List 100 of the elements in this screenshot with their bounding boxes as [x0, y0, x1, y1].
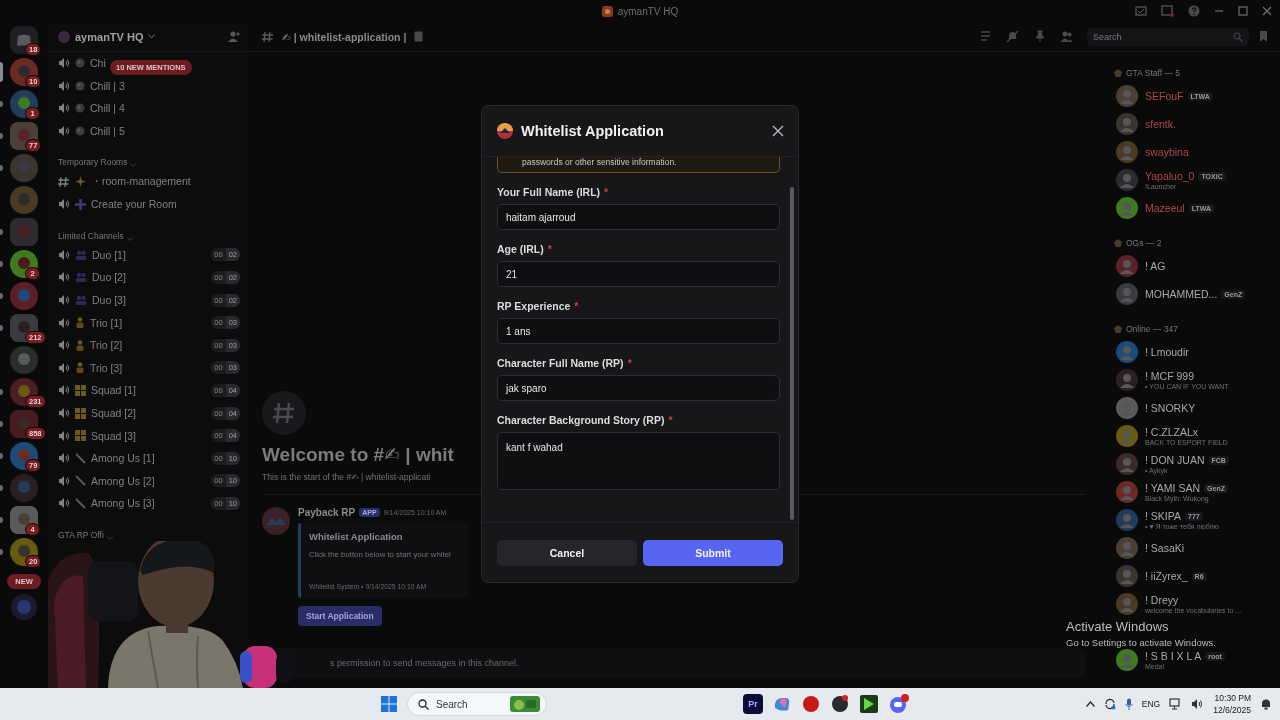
- window-title: aymanTV HQ: [617, 5, 679, 17]
- channel-title: ✍ | whitelist-application |: [282, 30, 407, 43]
- text-field[interactable]: jak sparo: [497, 375, 780, 401]
- channel-name[interactable]: Chill | 5: [90, 125, 125, 138]
- channel-name[interactable]: Squad [1]: [91, 384, 136, 397]
- embed-title: Whitelist Application: [309, 531, 404, 542]
- channel-name[interactable]: Among Us [1]: [91, 452, 155, 465]
- search-field[interactable]: Search: [407, 692, 547, 716]
- server-icon: [58, 30, 70, 43]
- speaker-icon: [58, 198, 70, 211]
- required-mark: *: [574, 300, 579, 312]
- premiere-app-button[interactable]: Pr: [743, 694, 763, 714]
- required-mark: *: [668, 414, 673, 426]
- channel-name[interactable]: Chi: [90, 57, 106, 70]
- channel-name[interactable]: Among Us [3]: [91, 497, 155, 510]
- text-field[interactable]: 21: [497, 261, 780, 287]
- category-label[interactable]: Temporary Rooms: [58, 157, 128, 168]
- network-icon[interactable]: [1169, 698, 1183, 710]
- category-label[interactable]: GTA RP Offi: [58, 529, 104, 540]
- close-icon[interactable]: [772, 125, 784, 137]
- channel-name[interactable]: Duo [1]: [92, 248, 126, 261]
- channel-name[interactable]: Duo [2]: [92, 271, 126, 284]
- volume-icon[interactable]: [1191, 698, 1205, 710]
- channel-name[interactable]: Duo [3]: [92, 294, 126, 307]
- chat-app-icon[interactable]: [888, 694, 910, 714]
- search-icon: [418, 698, 429, 710]
- channel-name[interactable]: Trio [1]: [90, 316, 123, 329]
- text-area[interactable]: kant f wahad: [497, 432, 780, 490]
- member-item[interactable]: ! SNORKY: [1114, 394, 1272, 422]
- search-field[interactable]: Search: [1087, 27, 1249, 46]
- maximize-icon[interactable]: [1238, 6, 1248, 16]
- scrollbar-thumb[interactable]: [790, 187, 794, 520]
- member-item[interactable]: ! AG: [1114, 252, 1272, 280]
- member-name: MOHAMMED...: [1145, 288, 1218, 300]
- member-name: ! YAMI SAN: [1145, 482, 1201, 494]
- record-icon[interactable]: [801, 694, 821, 714]
- close-icon[interactable]: [1262, 6, 1272, 16]
- screen-icon[interactable]: [1161, 5, 1174, 17]
- members-icon[interactable]: [1060, 30, 1073, 43]
- server-name[interactable]: aymanTV HQ: [75, 30, 144, 43]
- speaker-icon: [58, 429, 70, 442]
- bell-muted-icon[interactable]: [1006, 30, 1019, 43]
- channel-name[interactable]: ・room-management: [91, 174, 191, 189]
- language-indicator[interactable]: ENG: [1141, 699, 1161, 709]
- channel-name[interactable]: Among Us [2]: [91, 474, 155, 487]
- member-name: ! SNORKY: [1145, 402, 1196, 414]
- chevron-down-icon: [106, 535, 113, 540]
- server-icon[interactable]: [10, 58, 38, 86]
- member-name: SEFouF: [1145, 90, 1184, 102]
- submit-button[interactable]: Submit: [643, 539, 783, 566]
- sync-icon[interactable]: [1103, 698, 1116, 710]
- start-application-button[interactable]: Start Application: [298, 606, 382, 626]
- text-field[interactable]: 1 ans: [497, 318, 780, 344]
- server-icon[interactable]: [10, 538, 38, 566]
- avatar-icon: [1116, 141, 1138, 163]
- chevron-down-icon: [126, 236, 133, 241]
- notification-bell-icon[interactable]: [1260, 698, 1272, 710]
- document-icon[interactable]: [414, 31, 424, 42]
- member-item[interactable]: sfentk.: [1114, 110, 1272, 138]
- add-member-icon[interactable]: [228, 31, 240, 42]
- inbox-icon[interactable]: [1135, 5, 1147, 17]
- channel-name[interactable]: Squad [2]: [91, 407, 136, 419]
- channel-name[interactable]: Trio [2]: [90, 339, 123, 352]
- activation-title: Activate Windows: [1066, 619, 1170, 634]
- server-icon[interactable]: [10, 442, 38, 470]
- member-item[interactable]: ! Lmoudir: [1114, 338, 1272, 366]
- pin-icon[interactable]: [1033, 30, 1046, 43]
- member-name: ! Dreyy: [1145, 594, 1179, 606]
- speaker-icon: [58, 452, 70, 465]
- channel-name[interactable]: Squad [3]: [91, 429, 136, 442]
- chevron-down-icon[interactable]: [148, 34, 156, 39]
- speaker-icon: [58, 248, 70, 261]
- text-field[interactable]: haitam ajarroud: [497, 204, 780, 230]
- microphone-icon[interactable]: [1124, 698, 1133, 710]
- circle-app-icon[interactable]: [830, 694, 850, 714]
- avatar-icon: [1116, 397, 1138, 419]
- help-icon[interactable]: [1188, 5, 1200, 17]
- avatar-icon: [1116, 85, 1138, 107]
- app-logo-icon[interactable]: [10, 26, 38, 54]
- chevron-up-icon[interactable]: [1085, 701, 1095, 707]
- arrow-app-icon[interactable]: [859, 694, 879, 714]
- hash-icon: [58, 175, 70, 188]
- category-label[interactable]: Limited Channels: [58, 230, 124, 241]
- cancel-button[interactable]: Cancel: [497, 539, 637, 566]
- field-label: Your Full Name (IRL): [497, 186, 601, 198]
- windows-logo-icon[interactable]: [380, 695, 398, 713]
- clock[interactable]: 10:30 PM 12/6/2025: [1213, 693, 1251, 715]
- channel-name[interactable]: Chill | 4: [90, 102, 125, 115]
- avatar-icon: [1116, 255, 1138, 277]
- chevron-down-icon: [130, 163, 137, 168]
- member-item[interactable]: ! SasaKi: [1114, 534, 1272, 562]
- bookmark-icon[interactable]: [1257, 30, 1270, 43]
- avatar-icon: [1116, 113, 1138, 135]
- plus-icon: [75, 198, 86, 210]
- channel-name[interactable]: Chill | 3: [90, 79, 125, 92]
- author-name[interactable]: Payback RP: [298, 507, 356, 518]
- channel-name[interactable]: Trio [3]: [90, 361, 123, 374]
- avatar-icon: [1116, 649, 1138, 671]
- channel-name[interactable]: Create your Room: [91, 198, 177, 211]
- member-item[interactable]: swaybina: [1114, 138, 1272, 166]
